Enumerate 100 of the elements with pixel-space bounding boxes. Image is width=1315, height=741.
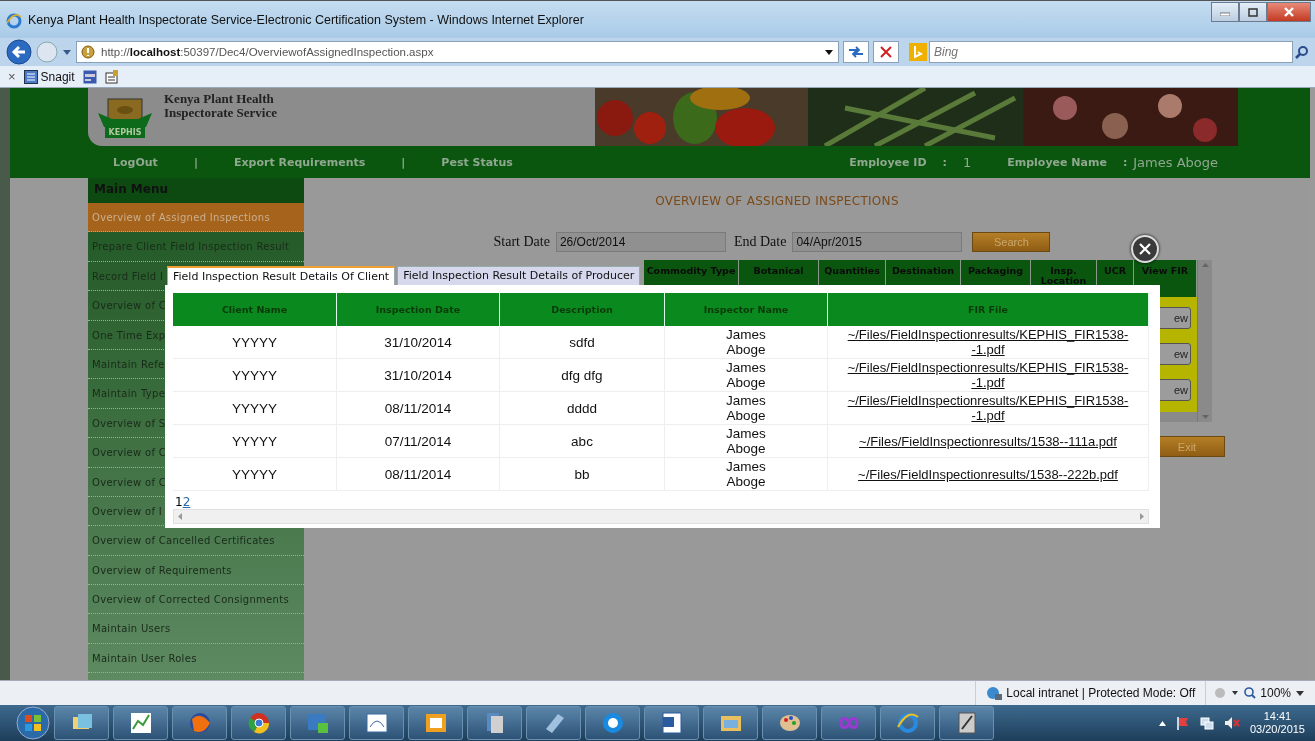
file-link[interactable]: ~/Files/FieldInspectionresults/1538--222b.pdf [858, 466, 1118, 482]
column-header: Client Name [173, 293, 337, 326]
maximize-button[interactable] [1239, 2, 1267, 22]
close-icon [1139, 243, 1151, 255]
table-cell-text: James Aboge [725, 393, 767, 423]
label-colon: : [1122, 155, 1128, 169]
globe-icon [986, 686, 1003, 700]
document-icon [659, 711, 684, 735]
taskbar-button[interactable] [290, 706, 345, 740]
table-cell: YYYYY [173, 458, 337, 491]
table-cell: 31/10/2014 [337, 359, 500, 392]
menu-item[interactable]: Maintain Users [88, 614, 304, 644]
table-cell: YYYYY [173, 392, 337, 425]
employee-id-label: Employee ID [849, 155, 927, 169]
nav-separator: | [193, 155, 198, 169]
nav-separator: | [401, 155, 406, 169]
menu-title: Main Menu [88, 178, 304, 203]
taskbar-button[interactable] [113, 706, 168, 740]
nav-link[interactable]: Export Requirements [233, 155, 366, 169]
file-link[interactable]: ~/Files/FieldInspectionresults/KEPHIS_FIR1538--1.pdf [838, 360, 1138, 390]
label-colon: : [942, 155, 947, 169]
close-icon [1284, 7, 1294, 17]
dropdown-caret-icon[interactable] [1295, 689, 1305, 697]
table-cell: YYYYY [173, 326, 337, 359]
flag-icon[interactable] [1175, 716, 1190, 730]
page-title: OVERVIEW OF ASSIGNED INSPECTIONS [655, 194, 899, 208]
employee-name: James Aboge [1133, 154, 1218, 170]
zoom-level[interactable]: 100% [1260, 686, 1291, 700]
table-cell: 08/11/2014 [337, 458, 500, 491]
toolbar-item[interactable]: Snagit [23, 69, 75, 84]
grid-window-icon [23, 69, 38, 84]
toolbar-close-button[interactable]: × [8, 69, 16, 84]
table-cell: bb [500, 458, 665, 491]
nav-link[interactable]: Pest Status [441, 155, 513, 169]
column-header: Inspector Name [665, 293, 828, 326]
window-title: Kenya Plant Health Inspectorate Service-Electronic Certification System - Windows Internet Explorer [28, 13, 585, 27]
taskbar-button[interactable] [644, 706, 699, 740]
stop-button[interactable] [873, 41, 899, 63]
table-cell: dfg dfg [500, 359, 665, 392]
globe-icon [187, 711, 212, 735]
tab[interactable]: Field Inspection Result Details of Producer [397, 266, 641, 285]
refresh-button[interactable] [843, 41, 869, 63]
maximize-icon [1248, 7, 1258, 17]
logo-text: KEPHIS [104, 126, 146, 138]
clock-time[interactable]: 14:41 [1263, 710, 1292, 723]
table-cell-text: James Aboge [725, 426, 767, 456]
taskbar-button[interactable] [526, 706, 581, 740]
file-link[interactable]: ~/Files/FieldInspectionresults/KEPHIS_FIR1538--1.pdf [838, 327, 1138, 357]
file-link[interactable]: ~/Files/FieldInspectionresults/KEPHIS_FIR1538--1.pdf [838, 393, 1138, 423]
address-field[interactable]: http://localhost:50397/Dec4/OverviewofAssignedInspection.aspx [76, 41, 839, 63]
taskbar-button[interactable] [762, 706, 817, 740]
browser-logo-icon [895, 711, 920, 735]
organization-name: Inspectorate Service [164, 106, 277, 120]
organization-name: Kenya Plant Health [164, 92, 275, 106]
show-hidden-icons-icon[interactable] [1158, 720, 1166, 726]
taskbar-button[interactable] [231, 706, 286, 740]
table-cell: YYYYY [173, 425, 337, 458]
speaker-muted-icon[interactable] [1223, 716, 1240, 730]
column-header: Inspection Date [337, 293, 500, 326]
start-date-field[interactable]: 26/Oct/2014 [555, 232, 726, 252]
table-cell: sdfd [500, 326, 665, 359]
taskbar-button[interactable] [585, 706, 640, 740]
address-text: http://localhost:50397/Dec4/OverviewofAssignedInspection.aspx [101, 46, 434, 58]
tab[interactable]: Field Inspection Result Details Of Client [167, 266, 396, 285]
table-cell: dddd [500, 392, 665, 425]
table-cell: 07/11/2014 [337, 425, 500, 458]
window-icon[interactable] [82, 69, 97, 84]
menu-item[interactable]: Overview of Corrected Consignments [88, 585, 304, 615]
nav-link[interactable]: LogOut [113, 155, 158, 169]
taskbar-button[interactable] [349, 706, 404, 740]
table-cell-text: James Aboge [725, 327, 767, 357]
close-button[interactable] [1267, 2, 1311, 22]
notepad-icon[interactable] [104, 69, 119, 84]
search-engine-logo-icon [909, 43, 927, 61]
taskbar-button[interactable] [467, 706, 522, 740]
back-icon[interactable] [6, 39, 32, 65]
taskbar-button[interactable] [880, 706, 935, 740]
minimize-button[interactable] [1211, 2, 1239, 22]
zoom-icon[interactable] [1244, 687, 1257, 699]
employee-id: 1 [962, 154, 972, 170]
end-date-field[interactable]: 04/Apr/2015 [792, 232, 963, 252]
page-warning-icon [81, 45, 95, 59]
taskbar-button[interactable] [54, 706, 109, 740]
network-icon[interactable] [1199, 716, 1214, 730]
clock-date[interactable]: 03/20/2015 [1249, 723, 1305, 736]
taskbar-button[interactable] [939, 706, 994, 740]
table-cell: 31/10/2014 [337, 326, 500, 359]
menu-item[interactable]: Overview of Requirements [88, 555, 304, 586]
table-cell: YYYYY [173, 359, 337, 392]
search-icon[interactable] [1295, 45, 1309, 59]
taskbar-button[interactable] [408, 706, 463, 740]
start-date-label: Start Date [493, 234, 550, 250]
column-header: Description [500, 293, 665, 326]
table-cell: 08/11/2014 [337, 392, 500, 425]
round-multicolor-icon [246, 711, 271, 735]
ring-icon [600, 711, 625, 735]
file-link[interactable]: ~/Files/FieldInspectionresults/1538--111a.pdf [859, 433, 1117, 449]
menu-item[interactable]: Maintain User Roles [88, 643, 304, 674]
taskbar-button[interactable] [703, 706, 758, 740]
dropdown-caret-icon[interactable] [824, 48, 834, 56]
